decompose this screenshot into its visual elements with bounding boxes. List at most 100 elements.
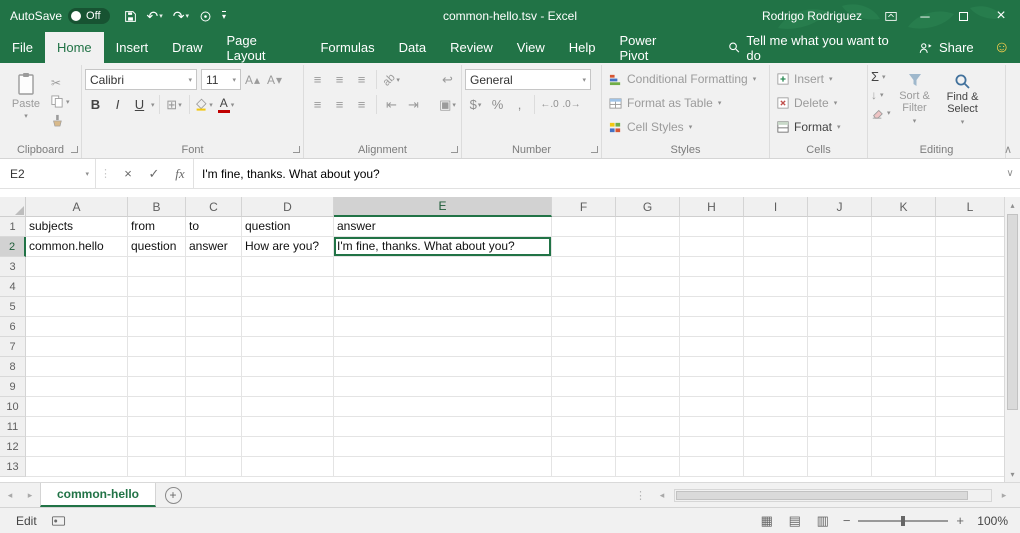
cell-B3[interactable] (128, 257, 186, 277)
align-right-button[interactable]: ≡ (351, 94, 372, 115)
comma-style-button[interactable]: , (509, 94, 530, 115)
cell-E2[interactable]: I'm fine, thanks. What about you? (334, 237, 552, 257)
find-select-dropdown-icon[interactable]: ▾ (961, 117, 965, 129)
cell-G1[interactable] (616, 217, 680, 237)
cell-B6[interactable] (128, 317, 186, 337)
zoom-percentage[interactable]: 100% (972, 514, 1008, 528)
font-name-dropdown-icon[interactable]: ▾ (188, 76, 192, 84)
increase-indent-button[interactable]: ⇥ (403, 94, 424, 115)
cell-B10[interactable] (128, 397, 186, 417)
cell-C8[interactable] (186, 357, 242, 377)
name-box[interactable]: E2 ▾ (0, 159, 96, 188)
fill-color-dropdown-icon[interactable]: ▾ (209, 101, 213, 109)
font-dialog-launcher[interactable] (293, 146, 300, 153)
format-painter-button[interactable] (51, 113, 70, 128)
cell-C3[interactable] (186, 257, 242, 277)
cell-F6[interactable] (552, 317, 616, 337)
cell-B11[interactable] (128, 417, 186, 437)
percent-style-button[interactable]: % (487, 94, 508, 115)
format-as-table-dropdown-icon[interactable]: ▾ (718, 99, 722, 107)
cell-B8[interactable] (128, 357, 186, 377)
tab-help[interactable]: Help (557, 32, 608, 63)
cell-A2[interactable]: common.hello (26, 237, 128, 257)
copy-dropdown-icon[interactable]: ▾ (66, 98, 70, 106)
column-header-J[interactable]: J (808, 197, 872, 217)
cell-I8[interactable] (744, 357, 808, 377)
fill-button[interactable]: ↓▾ (871, 87, 891, 102)
cell-I2[interactable] (744, 237, 808, 257)
cell-G2[interactable] (616, 237, 680, 257)
cell-L10[interactable] (936, 397, 1004, 417)
cell-B13[interactable] (128, 457, 186, 477)
fill-dropdown-icon[interactable]: ▾ (880, 91, 884, 99)
row-header-11[interactable]: 11 (0, 417, 26, 437)
insert-function-button[interactable]: fx (167, 159, 193, 188)
redo-dropdown-icon[interactable]: ▾ (186, 13, 190, 20)
cell-A12[interactable] (26, 437, 128, 457)
cell-J12[interactable] (808, 437, 872, 457)
column-header-F[interactable]: F (552, 197, 616, 217)
cell-H2[interactable] (680, 237, 744, 257)
page-break-view-button[interactable]: ▥ (813, 513, 833, 529)
cell-L9[interactable] (936, 377, 1004, 397)
cell-F11[interactable] (552, 417, 616, 437)
decrease-font-size-button[interactable]: A▾ (264, 69, 285, 90)
cell-F5[interactable] (552, 297, 616, 317)
sort-filter-button[interactable]: Sort & Filter ▾ (891, 67, 939, 141)
share-button[interactable]: Share (908, 32, 984, 63)
undo-button[interactable]: ↶▾ (147, 9, 163, 23)
cell-A1[interactable]: subjects (26, 217, 128, 237)
tab-file[interactable]: File (0, 32, 45, 63)
cell-B7[interactable] (128, 337, 186, 357)
cell-A9[interactable] (26, 377, 128, 397)
column-header-E[interactable]: E (334, 197, 552, 217)
number-format-combo[interactable]: General ▾ (465, 69, 591, 90)
cell-J10[interactable] (808, 397, 872, 417)
column-header-A[interactable]: A (26, 197, 128, 217)
horizontal-scroll-thumb[interactable] (676, 491, 968, 500)
column-header-B[interactable]: B (128, 197, 186, 217)
cell-D8[interactable] (242, 357, 334, 377)
alignment-dialog-launcher[interactable] (451, 146, 458, 153)
cell-styles-dropdown-icon[interactable]: ▾ (689, 123, 693, 131)
accounting-format-button[interactable]: $▾ (465, 94, 486, 115)
cell-F9[interactable] (552, 377, 616, 397)
cell-A11[interactable] (26, 417, 128, 437)
cell-A13[interactable] (26, 457, 128, 477)
cell-K7[interactable] (872, 337, 936, 357)
vertical-scroll-track[interactable] (1005, 213, 1020, 466)
cell-G9[interactable] (616, 377, 680, 397)
sort-filter-dropdown-icon[interactable]: ▾ (913, 116, 917, 128)
cell-H6[interactable] (680, 317, 744, 337)
cell-K6[interactable] (872, 317, 936, 337)
cell-L2[interactable] (936, 237, 1004, 257)
cell-I1[interactable] (744, 217, 808, 237)
paste-dropdown-icon[interactable]: ▾ (24, 112, 28, 120)
cell-B9[interactable] (128, 377, 186, 397)
row-header-4[interactable]: 4 (0, 277, 26, 297)
tab-data[interactable]: Data (387, 32, 438, 63)
cell-A6[interactable] (26, 317, 128, 337)
cell-E9[interactable] (334, 377, 552, 397)
save-button[interactable] (124, 10, 137, 23)
cell-H5[interactable] (680, 297, 744, 317)
cell-E1[interactable]: answer (334, 217, 552, 237)
cell-A3[interactable] (26, 257, 128, 277)
cell-E7[interactable] (334, 337, 552, 357)
cell-H13[interactable] (680, 457, 744, 477)
cell-K5[interactable] (872, 297, 936, 317)
row-header-10[interactable]: 10 (0, 397, 26, 417)
font-color-button[interactable]: A ▾ (216, 94, 237, 115)
borders-button[interactable]: ⊞▾ (164, 94, 185, 115)
cell-A4[interactable] (26, 277, 128, 297)
copy-button[interactable]: ▾ (51, 94, 70, 109)
cell-L5[interactable] (936, 297, 1004, 317)
cell-L4[interactable] (936, 277, 1004, 297)
user-name[interactable]: Rodrigo Rodriguez (762, 9, 862, 23)
cell-I10[interactable] (744, 397, 808, 417)
cell-J1[interactable] (808, 217, 872, 237)
autosum-button[interactable]: Σ▾ (871, 69, 891, 84)
cell-J9[interactable] (808, 377, 872, 397)
normal-view-button[interactable]: ▦ (757, 513, 777, 529)
cell-L6[interactable] (936, 317, 1004, 337)
